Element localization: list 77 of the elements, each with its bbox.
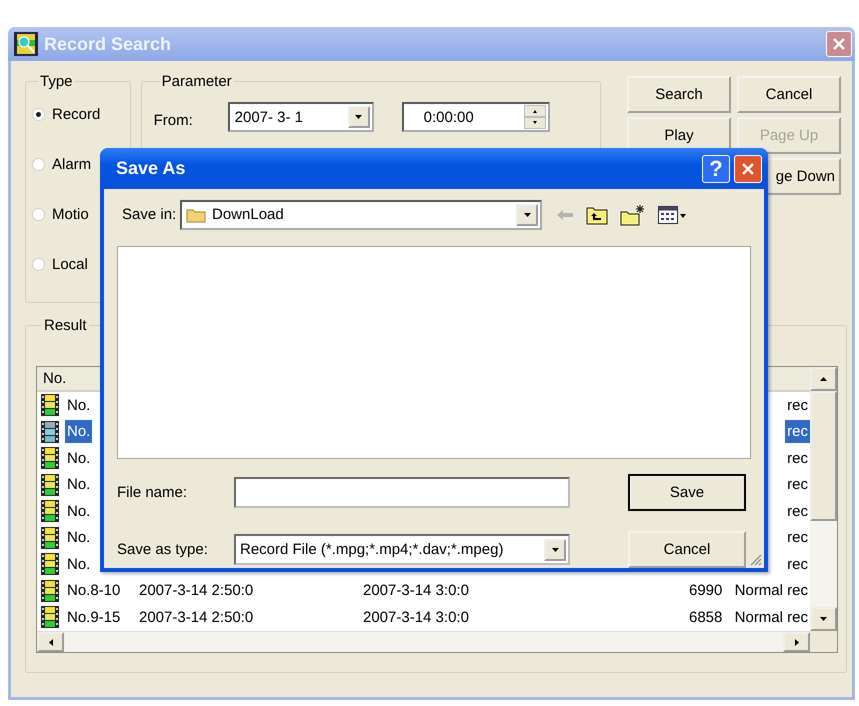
film-search-icon (14, 32, 38, 56)
film-icon (41, 420, 59, 443)
film-icon (41, 394, 59, 416)
film-icon (41, 474, 59, 496)
list-item-cell[interactable]: No. (65, 473, 92, 496)
table-cell-text: 6990 (688, 581, 724, 602)
list-item-cell[interactable]: rec (785, 500, 810, 523)
list-item-cell[interactable]: No. (65, 500, 92, 523)
scrollbar-corner (810, 631, 837, 652)
from-label: From: (154, 110, 194, 128)
list-item-cell[interactable]: No. (65, 420, 92, 444)
group-label: Type (39, 73, 74, 90)
save-in-label: Save in: (122, 206, 178, 224)
film-icon (41, 526, 59, 549)
list-item-cell[interactable]: rec (785, 552, 810, 576)
radio-button[interactable]: Local (32, 256, 130, 273)
scroll-down-button[interactable] (810, 607, 837, 631)
list-item-cell[interactable]: No.9-15 (65, 606, 122, 629)
folder-dropdown[interactable]: DownLoad (180, 200, 542, 230)
push-button[interactable]: Search (627, 76, 731, 113)
list-item-cell[interactable]: rec (785, 394, 810, 417)
help-button[interactable]: ? (702, 154, 730, 183)
scroll-left-button[interactable] (37, 632, 64, 652)
close-button[interactable] (734, 154, 762, 183)
close-icon (741, 162, 755, 176)
grid-view-icon[interactable] (658, 204, 688, 225)
list-item-cell[interactable]: rec (785, 473, 810, 496)
spinner-icon[interactable] (524, 105, 546, 129)
table-cell-text: 2007-3-14 3:0:0 (362, 581, 470, 602)
folder-icon (186, 206, 206, 223)
film-icon (41, 606, 59, 628)
list-item-cell[interactable]: rec (785, 446, 810, 470)
horizontal-scrollbar[interactable] (37, 631, 810, 652)
scroll-thumb[interactable] (810, 391, 837, 521)
push-button[interactable]: Cancel (737, 76, 841, 113)
list-item-cell[interactable]: Normal rec (732, 579, 810, 602)
close-icon (832, 37, 846, 51)
save-button[interactable]: Save (628, 474, 746, 511)
resize-grip-icon[interactable] (748, 552, 762, 566)
scroll-up-button[interactable] (810, 367, 837, 391)
list-item-cell[interactable]: No. (65, 526, 92, 550)
dropdown-button[interactable] (544, 538, 566, 560)
window-title: Record Search (44, 34, 172, 54)
list-item-cell[interactable]: No.8-10 (65, 579, 122, 602)
save-as-type-label: Save as type: (117, 541, 209, 558)
dropdown-button[interactable] (516, 204, 538, 226)
film-icon (41, 447, 59, 470)
film-icon (41, 553, 59, 576)
group-label: Result (43, 317, 88, 334)
list-item-cell[interactable]: No. (65, 394, 92, 417)
file-name-label: File name: (117, 484, 188, 501)
dialog-title: Save As (116, 158, 186, 180)
file-name-field[interactable] (234, 477, 570, 508)
list-item-cell[interactable]: rec (785, 420, 810, 444)
film-icon (41, 580, 59, 602)
cancel-button[interactable]: Cancel (628, 531, 746, 568)
new-folder-icon[interactable] (620, 204, 646, 226)
time-field[interactable]: 0:00:00 (402, 102, 550, 132)
list-item-cell[interactable]: Normal rec (732, 606, 810, 629)
vertical-scrollbar[interactable] (810, 367, 837, 631)
scroll-right-button[interactable] (783, 632, 810, 652)
radio-button[interactable]: Record (32, 106, 130, 123)
folder-up-icon[interactable] (586, 204, 608, 225)
close-button[interactable] (826, 31, 852, 57)
table-cell-text: 2007-3-14 3:0:0 (362, 608, 470, 628)
table-cell-text: 2007-3-14 2:50:0 (138, 581, 254, 602)
column-header[interactable]: No. (41, 370, 66, 387)
list-item-cell[interactable]: No. (65, 552, 92, 576)
date-picker[interactable]: 2007- 3- 1 (228, 102, 374, 132)
list-item-cell[interactable]: rec (785, 526, 810, 550)
list-item-cell[interactable]: No. (65, 446, 92, 470)
group-label: Parameter (160, 73, 233, 90)
table-cell-text: 6858 (688, 608, 724, 628)
film-icon (41, 500, 59, 522)
dropdown-button[interactable] (348, 106, 370, 128)
file-type-dropdown[interactable]: Record File (*.mpg;*.mp4;*.dav;*.mpeg) (234, 534, 570, 565)
table-cell-text: 2007-3-14 2:50:0 (138, 608, 254, 628)
